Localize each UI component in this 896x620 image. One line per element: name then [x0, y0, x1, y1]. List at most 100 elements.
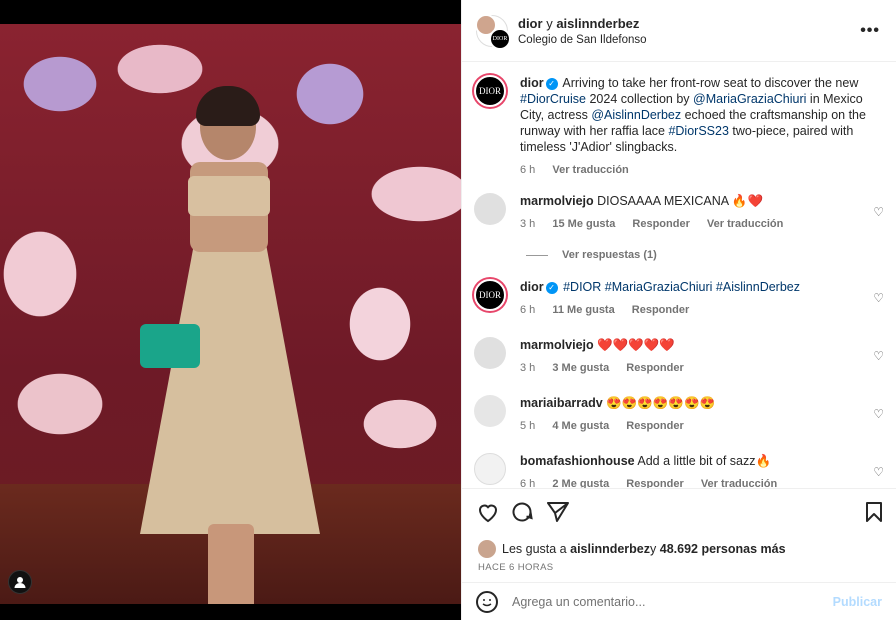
comment-avatar[interactable]: [474, 337, 506, 369]
caption-time[interactable]: 6 h: [520, 164, 535, 176]
photo-handbag: [140, 324, 200, 368]
publish-button[interactable]: Publicar: [833, 595, 882, 609]
comment-text: DIOSAAAA MEXICANA 🔥❤️: [597, 194, 764, 208]
hashtag-link[interactable]: #DIOR #MariaGraziaChiuri #AislinnDerbez: [563, 280, 800, 294]
comment-username[interactable]: marmolviejo: [520, 338, 594, 352]
header-avatar[interactable]: DIOR: [475, 13, 511, 50]
comment-row: DIOR dior ✓ #DIOR #MariaGraziaChiuri #Ais…: [474, 279, 884, 318]
header-text: dior y aislinnderbez Colegio de San Ilde…: [518, 16, 647, 46]
header-location[interactable]: Colegio de San Ildefonso: [518, 34, 647, 46]
dior-avatar: DIOR: [489, 27, 511, 50]
caption-meta: 6 h Ver traducción: [520, 162, 884, 178]
reply-button[interactable]: Responder: [632, 304, 689, 316]
comment-like-heart-icon[interactable]: ♡: [873, 291, 884, 305]
comment-meta: 3 h 3 Me gusta Responder: [520, 360, 884, 376]
comment-username[interactable]: marmolviejo: [520, 194, 594, 208]
header-account[interactable]: dior: [518, 16, 543, 31]
more-dots-icon[interactable]: •••: [860, 22, 880, 40]
comment-username[interactable]: bomafashionhouse: [520, 454, 635, 468]
reply-button[interactable]: Responder: [626, 420, 683, 432]
heart-icon[interactable]: [476, 500, 500, 524]
photo-subject: [140, 84, 320, 604]
post-header: DIOR dior y aislinnderbez Colegio de San…: [462, 0, 896, 62]
comment-avatar[interactable]: [474, 395, 506, 427]
comment-body: marmolviejo DIOSAAAA MEXICANA 🔥❤️ 3 h 15…: [520, 193, 884, 232]
reply-button[interactable]: Responder: [632, 218, 689, 230]
comment-time[interactable]: 3 h: [520, 218, 535, 230]
action-bar: [476, 500, 886, 528]
comment-body: mariaibarradv 😍😍😍😍😍😍😍 5 h 4 Me gusta Res…: [520, 395, 884, 434]
comment-body: marmolviejo ❤️❤️❤️❤️❤️ 3 h 3 Me gusta Re…: [520, 337, 884, 376]
mention-link[interactable]: @AislinnDerbez: [591, 108, 681, 122]
translate-link[interactable]: Ver traducción: [707, 218, 783, 230]
comment-row: marmolviejo DIOSAAAA MEXICANA 🔥❤️ 3 h 15…: [474, 193, 884, 232]
comment-likes[interactable]: 2 Me gusta: [552, 478, 609, 488]
comment-row: marmolviejo ❤️❤️❤️❤️❤️ 3 h 3 Me gusta Re…: [474, 337, 884, 376]
verified-icon: ✓: [545, 77, 558, 90]
comments-list[interactable]: DIOR dior ✓ Arriving to take her front-ro…: [462, 63, 896, 489]
comment-row: bomafashionhouse Add a little bit of saz…: [474, 453, 884, 488]
comment-body: bomafashionhouse Add a little bit of saz…: [520, 453, 884, 488]
hashtag-link[interactable]: #DiorSS23: [668, 124, 728, 138]
translate-link[interactable]: Ver traducción: [701, 478, 777, 488]
comment-likes[interactable]: 15 Me gusta: [552, 218, 615, 230]
tagged-users-icon[interactable]: [8, 570, 32, 594]
comment-text: ❤️❤️❤️❤️❤️: [597, 338, 675, 352]
photo-top: [188, 176, 270, 216]
comment-input[interactable]: [512, 594, 833, 609]
comment-time[interactable]: 5 h: [520, 420, 535, 432]
comment-like-heart-icon[interactable]: ♡: [873, 465, 884, 479]
comment-like-heart-icon[interactable]: ♡: [873, 349, 884, 363]
photo-hair: [196, 86, 260, 126]
comment-text: 😍😍😍😍😍😍😍: [606, 396, 716, 410]
verified-icon: ✓: [545, 281, 558, 294]
bookmark-icon[interactable]: [862, 500, 886, 524]
comment-row: mariaibarradv 😍😍😍😍😍😍😍 5 h 4 Me gusta Res…: [474, 395, 884, 434]
comment-like-heart-icon[interactable]: ♡: [873, 407, 884, 421]
comment-meta: 3 h 15 Me gusta Responder Ver traducción: [520, 216, 884, 232]
post-side-panel: DIOR dior y aislinnderbez Colegio de San…: [461, 0, 896, 620]
caption-username[interactable]: dior: [520, 76, 544, 90]
comment-time[interactable]: 6 h: [520, 304, 535, 316]
view-replies[interactable]: Ver respuestas (1): [526, 249, 657, 261]
comment-body: dior ✓ #DIOR #MariaGraziaChiuri #AislinnD…: [520, 279, 884, 318]
comment-avatar[interactable]: [474, 453, 506, 485]
caption-text: Arriving to take her front-row seat to d…: [559, 76, 859, 90]
comment-time[interactable]: 3 h: [520, 362, 535, 374]
reply-button[interactable]: Responder: [626, 362, 683, 374]
likes-prefix: Les gusta a: [502, 542, 567, 556]
liker-username[interactable]: aislinnderbez: [570, 542, 650, 556]
comment-username[interactable]: mariaibarradv: [520, 396, 603, 410]
post-timestamp[interactable]: HACE 6 HORAS: [478, 562, 554, 573]
comment-avatar[interactable]: [474, 193, 506, 225]
caption-body: dior ✓ Arriving to take her front-row sea…: [520, 75, 884, 178]
comment-text: Add a little bit of sazz🔥: [637, 454, 772, 468]
caption-text: 2024 collection by: [586, 92, 694, 106]
comment-like-heart-icon[interactable]: ♡: [873, 205, 884, 219]
emoji-icon[interactable]: [476, 590, 498, 613]
comment-username[interactable]: dior: [520, 280, 544, 294]
comment-meta: 6 h 11 Me gusta Responder: [520, 302, 884, 318]
likes-connector: y: [650, 542, 657, 556]
translate-link[interactable]: Ver traducción: [552, 164, 628, 176]
comment-likes[interactable]: 4 Me gusta: [552, 420, 609, 432]
hashtag-link[interactable]: #DiorCruise: [520, 92, 586, 106]
liker-avatar[interactable]: [478, 540, 496, 558]
caption-row: DIOR dior ✓ Arriving to take her front-ro…: [474, 75, 884, 178]
header-collab[interactable]: aislinnderbez: [556, 16, 639, 31]
post-media[interactable]: [0, 0, 461, 620]
comment-time[interactable]: 6 h: [520, 478, 535, 488]
comment-icon[interactable]: [510, 500, 534, 524]
replies-line: [526, 254, 548, 256]
mention-link[interactable]: @MariaGraziaChiuri: [693, 92, 806, 106]
header-connector: y: [546, 15, 553, 31]
comment-avatar[interactable]: DIOR: [474, 279, 506, 311]
photo-skirt: [140, 244, 320, 534]
likes-count[interactable]: 48.692 personas más: [660, 542, 786, 556]
reply-button[interactable]: Responder: [626, 478, 683, 488]
share-icon[interactable]: [546, 500, 570, 524]
caption-avatar[interactable]: DIOR: [474, 75, 506, 107]
comment-likes[interactable]: 11 Me gusta: [552, 304, 614, 316]
comment-likes[interactable]: 3 Me gusta: [552, 362, 609, 374]
header-usernames: dior y aislinnderbez: [518, 16, 647, 31]
